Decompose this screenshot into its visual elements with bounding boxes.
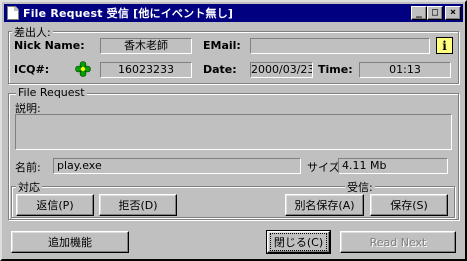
time-field[interactable]: 01:13 [359,62,451,78]
description-box[interactable] [15,114,452,150]
email-label: EMail: [203,39,241,52]
window-controls: _ □ × [411,6,461,20]
window-title: File Request 受信 [他にイベント無し] [23,7,234,20]
title-bar[interactable]: File Request 受信 [他にイベント無し] _ □ × [4,4,463,22]
document-icon [7,6,19,20]
more-functions-button[interactable]: 追加機能 [11,231,129,253]
close-button[interactable]: 閉じる(C) [266,230,331,254]
close-window-button[interactable]: × [445,6,461,20]
email-field[interactable] [250,38,430,54]
save-as-button[interactable]: 別名保存(A) [285,194,364,216]
response-legend: 対応 [16,179,42,195]
icq-number-field[interactable]: 16023233 [100,62,192,78]
file-request-window: File Request 受信 [他にイベント無し] _ □ × 差出人: Ni… [0,0,467,261]
minimize-button[interactable]: _ [411,6,427,20]
reply-button[interactable]: 返信(P) [16,194,94,216]
nick-name-field[interactable]: 香木老師 [100,38,192,54]
date-field[interactable]: 2000/03/23 [250,62,313,78]
nick-name-label: Nick Name: [14,39,85,52]
save-button[interactable]: 保存(S) [370,194,448,216]
file-size-field[interactable]: 4.11 Mb [338,158,448,174]
read-next-button[interactable]: Read Next [340,231,456,253]
time-label: Time: [318,63,353,76]
user-info-icon[interactable]: i [436,37,453,54]
date-label: Date: [203,63,237,76]
sender-legend: 差出人: [12,24,53,40]
online-status-flower-icon [75,61,91,77]
reject-button[interactable]: 拒否(D) [99,194,177,216]
file-name-field[interactable]: play.exe [53,158,301,174]
file-name-label: 名前: [15,161,41,174]
maximize-button[interactable]: □ [427,6,443,20]
close-button-label: 閉じる(C) [269,233,328,251]
info-glyph: i [442,38,447,53]
file-request-legend: File Request [16,86,87,99]
icq-label: ICQ#: [14,63,50,76]
receive-legend: 受信: [345,179,375,195]
